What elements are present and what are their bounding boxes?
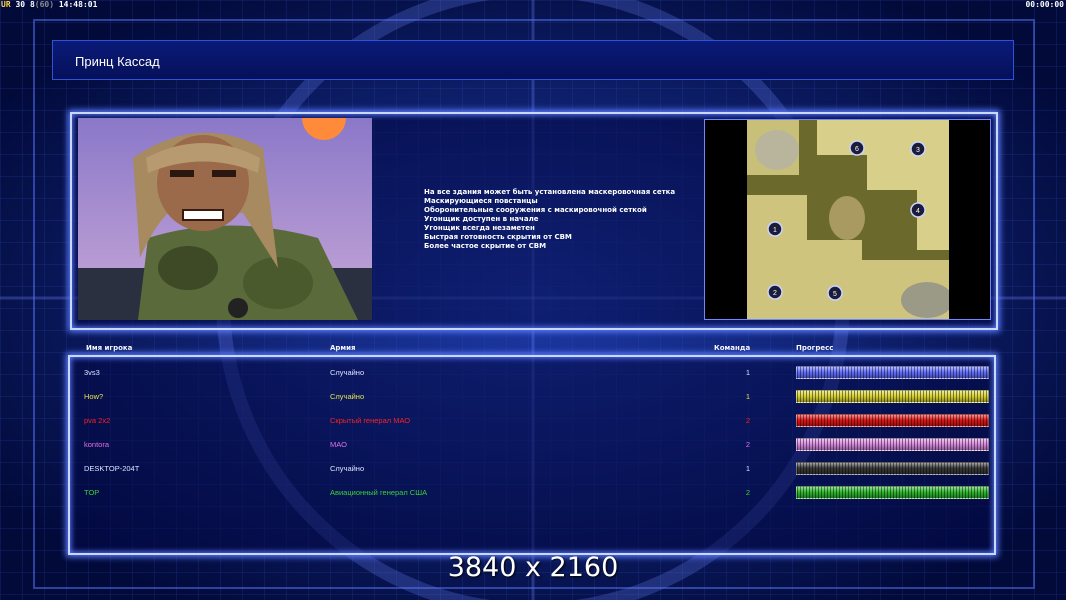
feature-item: Более частое скрытие от СВМ (424, 242, 547, 250)
player-name: 3vs3 (84, 368, 100, 377)
player-name: pva 2x2 (84, 416, 111, 425)
header-player-name: Имя игрока (86, 344, 133, 352)
feature-item: Быстрая готовность скрытия от СВМ (424, 233, 572, 241)
feature-item: Угонщик доступен в начале (424, 215, 539, 223)
svg-text:4: 4 (916, 208, 920, 215)
player-team: 1 (745, 368, 751, 377)
player-team: 1 (745, 464, 751, 473)
player-army: Авиационный генерал США (330, 488, 428, 497)
player-row: How? Случайно 1 (84, 388, 994, 406)
player-row: 3vs3 Случайно 1 (84, 364, 994, 382)
feature-item: На все здания может быть установлена мас… (424, 188, 676, 196)
game-timer: 00:00:00 (1025, 0, 1064, 9)
player-start-marker: 5 (827, 285, 843, 301)
player-army: Случайно (330, 368, 365, 377)
player-team: 2 (745, 416, 751, 425)
progress-bar (796, 462, 989, 475)
general-features-list: На все здания может быть установлена мас… (424, 188, 675, 251)
player-start-marker: 4 (910, 202, 926, 218)
player-army: МАО (330, 440, 347, 449)
resolution-watermark: 3840 x 2160 (447, 552, 619, 583)
player-row: kontora МАО 2 (84, 436, 994, 454)
header-army: Армия (330, 344, 356, 352)
player-name: kontora (84, 440, 110, 449)
progress-bar (796, 390, 989, 403)
player-army: Скрытый генерал МАО (330, 416, 411, 425)
header-team: Команда (714, 344, 751, 352)
svg-text:3: 3 (916, 147, 920, 154)
feature-item: Оборонительные сооружения с маскировочно… (424, 206, 647, 214)
svg-text:5: 5 (833, 291, 837, 298)
player-army: Случайно (330, 464, 365, 473)
player-start-marker: 1 (767, 221, 783, 237)
feature-item: Угонщик всегда незаметен (424, 224, 535, 232)
player-name: DESKTOP-204T (84, 464, 140, 473)
svg-text:1: 1 (773, 227, 777, 234)
progress-bar (796, 366, 989, 379)
progress-bar (796, 414, 989, 427)
progress-bar (796, 438, 989, 451)
general-name-title: Принц Кассад (75, 54, 160, 69)
player-start-marker: 6 (849, 140, 865, 156)
minimap: 1 2 3 4 5 6 (747, 120, 949, 319)
player-row: TOP Авиационный генерал США 2 (84, 484, 994, 502)
players-table-panel (68, 355, 996, 555)
progress-bar (796, 486, 989, 499)
title-bar: Принц Кассад (52, 40, 1014, 80)
player-team: 1 (745, 392, 751, 401)
player-team: 2 (745, 440, 751, 449)
player-row: DESKTOP-204T Случайно 1 (84, 460, 994, 478)
header-progress: Прогресс (796, 344, 834, 352)
player-row: pva 2x2 Скрытый генерал МАО 2 (84, 412, 994, 430)
player-start-marker: 3 (910, 141, 926, 157)
system-clock: 14:48:01 (58, 0, 98, 9)
general-portrait (78, 118, 372, 320)
svg-text:2: 2 (773, 290, 777, 297)
player-start-marker: 2 (767, 284, 783, 300)
player-team: 2 (745, 488, 751, 497)
feature-item: Маскирующиеся повстанцы (424, 197, 538, 205)
fps-counter: UR 30 8(60) 14:48:01 (1, 0, 98, 9)
player-name: How? (84, 392, 104, 401)
player-army: Случайно (330, 392, 365, 401)
player-name: TOP (84, 488, 100, 497)
svg-text:6: 6 (855, 146, 859, 153)
map-preview: 1 2 3 4 5 6 (704, 119, 991, 320)
